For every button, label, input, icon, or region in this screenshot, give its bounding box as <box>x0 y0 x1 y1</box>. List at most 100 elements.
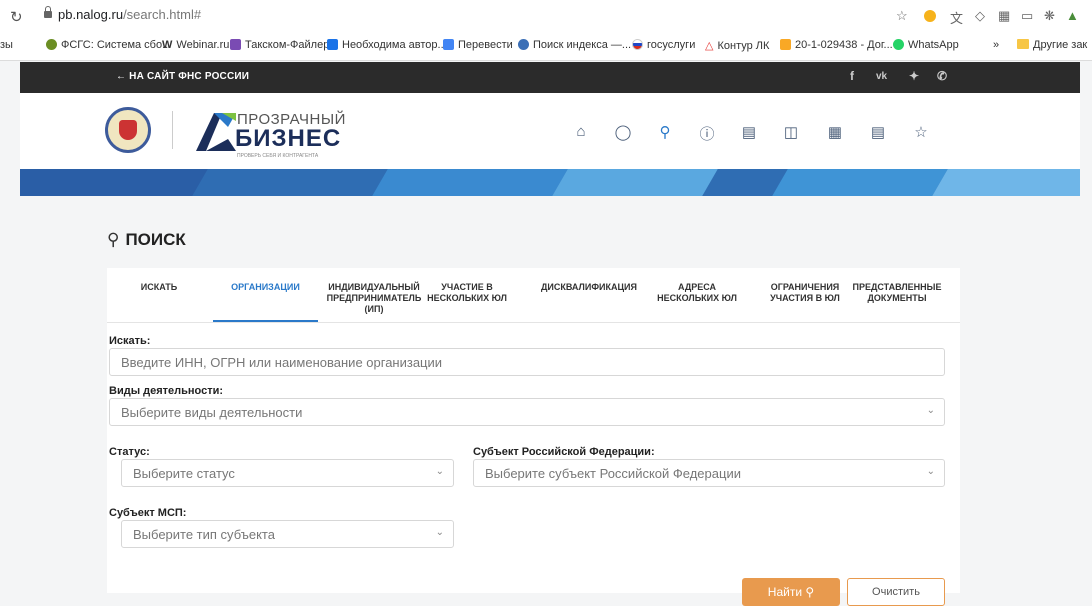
bookmark-label: ФСГС: Система сбо... <box>61 39 172 51</box>
phone-icon[interactable]: ✆ <box>937 69 947 83</box>
lightbulb-icon[interactable]: ◯ <box>614 123 632 141</box>
twitter-icon[interactable]: ✦ <box>909 69 919 83</box>
chat-icon[interactable]: ▤ <box>740 123 758 141</box>
search-input-placeholder: Введите ИНН, ОГРН или наименование орган… <box>121 355 443 370</box>
fns-emblem-logo[interactable] <box>105 107 151 153</box>
banner-stripe <box>372 169 568 196</box>
extension-icon[interactable]: ▭ <box>1021 8 1033 24</box>
bookmark-item[interactable]: Такском-Файлер <box>230 39 329 51</box>
bookmark-label: Webinar.ru <box>176 39 230 51</box>
msp-select-placeholder: Выберите тип субъекта <box>133 527 275 542</box>
back-to-fns-link[interactable]: ← НА САЙТ ФНС РОССИИ <box>116 71 249 82</box>
bookmark-star-icon[interactable]: ☆ <box>896 8 908 24</box>
translate-icon[interactable]: 文 <box>950 8 963 27</box>
site-topbar: ← НА САЙТ ФНС РОССИИ f vk ✦ ✆ <box>20 62 1080 93</box>
home-icon[interactable]: ⌂ <box>572 123 590 140</box>
bookmark-item[interactable]: Перевести <box>443 39 513 51</box>
search-panel: ИСКАТЬ ОРГАНИЗАЦИИ ИНДИВИДУАЛЬНЫЙ ПРЕДПР… <box>107 268 960 606</box>
extension-icon[interactable]: ▦ <box>998 8 1010 24</box>
status-select-placeholder: Выберите статус <box>133 466 235 481</box>
find-button-label: Найти <box>767 585 803 599</box>
tab-submitted-documents[interactable]: ПРЕДСТАВЛЕННЫЕ ДОКУМЕНТЫ <box>847 282 947 304</box>
banner-stripe <box>932 169 1080 196</box>
address-bar[interactable]: pb.nalog.ru/search.html# <box>58 7 201 22</box>
vk-icon[interactable]: vk <box>876 71 887 82</box>
bookmark-label: Такском-Файлер <box>245 39 330 51</box>
logo-divider <box>172 111 173 149</box>
search-icon[interactable]: ⚲ <box>656 123 674 141</box>
brand-line-2: БИЗНЕС <box>235 125 342 152</box>
bookmark-item[interactable]: ФСГС: Система сбо... <box>46 39 171 51</box>
tab-participation-restrictions[interactable]: ОГРАНИЧЕНИЯ УЧАСТИЯ В ЮЛ <box>755 282 855 304</box>
extension-icon[interactable]: ▲ <box>1066 8 1079 23</box>
extension-icon[interactable] <box>924 10 936 22</box>
search-title-text: ПОИСК <box>125 230 186 249</box>
bookmarks-more-button[interactable]: » <box>993 39 999 51</box>
help-icon[interactable]: ⓘ <box>698 123 716 144</box>
chevron-down-icon: ⌄ <box>926 466 935 477</box>
status-label: Статус: <box>109 446 150 458</box>
search-icon: ⚲ <box>107 230 120 249</box>
status-select[interactable]: Выберите статус ⌄ <box>121 459 454 487</box>
bookmark-favicon-icon <box>780 39 791 50</box>
bookmark-favicon-icon <box>327 39 338 50</box>
reload-icon[interactable]: ↻ <box>10 8 23 26</box>
bookmark-item[interactable]: Необходима автор... <box>327 39 447 51</box>
puzzle-icon[interactable]: ❋ <box>1044 8 1055 24</box>
database-icon[interactable]: ◫ <box>782 123 800 141</box>
bookmark-favicon-icon <box>46 39 57 50</box>
chevron-down-icon: ⌄ <box>435 466 444 477</box>
other-bookmarks-label: Другие зак <box>1033 39 1088 51</box>
other-bookmarks-folder[interactable]: Другие зак <box>1017 39 1087 51</box>
find-button[interactable]: Найти ⚲ <box>742 578 840 606</box>
msp-label: Субъект МСП: <box>109 507 187 519</box>
activity-label: Виды деятельности: <box>109 385 224 397</box>
bookmark-label: зы <box>0 39 13 51</box>
activity-select[interactable]: Выберите виды деятельности ⌄ <box>109 398 945 426</box>
clear-button-label: Очистить <box>872 586 920 598</box>
search-heading: ⚲ ПОИСК <box>107 230 186 250</box>
decorative-banner <box>20 169 1080 196</box>
clear-button[interactable]: Очистить <box>847 578 945 606</box>
bookmark-label: Необходима автор... <box>342 39 447 51</box>
bookmark-item[interactable]: △ Контур ЛК <box>705 39 769 52</box>
chevron-down-icon: ⌄ <box>926 405 935 416</box>
bookmark-item[interactable]: W Webinar.ru <box>162 39 229 51</box>
msp-select[interactable]: Выберите тип субъекта ⌄ <box>121 520 454 548</box>
search-icon: ⚲ <box>805 585 815 599</box>
extension-icon[interactable]: ◇ <box>975 8 985 24</box>
site-header: ПРОЗРАЧНЫЙ БИЗНЕС ПРОВЕРЬ СЕБЯ И КОНТРАГ… <box>20 93 1080 169</box>
tab-mass-addresses[interactable]: АДРЕСА НЕСКОЛЬКИХ ЮЛ <box>657 282 737 304</box>
bookmark-item[interactable]: Поиск индекса —... <box>518 39 631 51</box>
facebook-icon[interactable]: f <box>850 69 854 83</box>
bookmark-favicon-icon <box>230 39 241 50</box>
tab-organizations[interactable]: ОРГАНИЗАЦИИ <box>213 282 318 293</box>
tab-disqualification[interactable]: ДИСКВАЛИФИКАЦИЯ <box>539 282 639 293</box>
translate-favicon-icon <box>443 39 454 50</box>
banner-stripe <box>552 169 718 196</box>
bookmark-item[interactable]: госуслуги <box>632 39 695 51</box>
folder-icon <box>1017 39 1029 49</box>
tab-search[interactable]: ИСКАТЬ <box>129 282 189 293</box>
search-input[interactable]: Введите ИНН, ОГРН или наименование орган… <box>109 348 945 376</box>
calculator-icon[interactable]: ▦ <box>826 123 844 141</box>
list-icon[interactable]: ▤ <box>869 123 887 141</box>
tab-individual-entrepreneur[interactable]: ИНДИВИДУАЛЬНЫЙ ПРЕДПРИНИМАТЕЛЬ (ИП) <box>325 282 423 315</box>
lock-icon[interactable] <box>44 6 52 18</box>
active-tab-indicator <box>213 320 318 322</box>
transparent-business-logo-icon[interactable] <box>192 107 240 155</box>
bookmark-favicon-icon <box>518 39 529 50</box>
webinar-icon: W <box>162 39 173 51</box>
bookmark-item[interactable]: зы <box>0 39 13 51</box>
url-host: pb.nalog.ru <box>58 7 124 22</box>
bookmark-item[interactable]: WhatsApp <box>893 39 959 51</box>
star-icon[interactable]: ☆ <box>912 123 930 141</box>
activity-select-placeholder: Выберите виды деятельности <box>121 405 303 420</box>
url-path: /search.html# <box>123 7 202 22</box>
region-select[interactable]: Выберите субъект Российской Федерации ⌄ <box>473 459 945 487</box>
bookmark-label: Контур ЛК <box>717 40 770 52</box>
bookmark-label: 20-1-029438 - Дог... <box>795 39 893 51</box>
bookmark-item[interactable]: 20-1-029438 - Дог... <box>780 39 893 51</box>
tab-participation-multiple[interactable]: УЧАСТИЕ В НЕСКОЛЬКИХ ЮЛ <box>423 282 511 304</box>
search-tabs: ИСКАТЬ ОРГАНИЗАЦИИ ИНДИВИДУАЛЬНЫЙ ПРЕДПР… <box>107 268 960 323</box>
